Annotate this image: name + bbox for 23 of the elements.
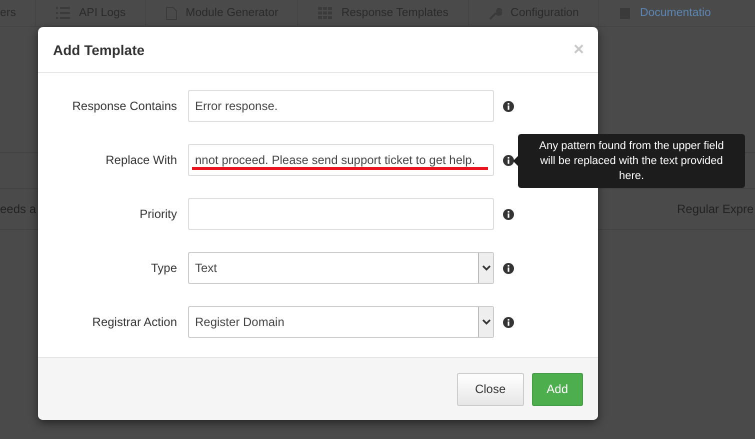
field-label: Replace With — [104, 153, 177, 167]
caret-icon — [482, 265, 490, 271]
info-icon[interactable] — [503, 208, 514, 220]
info-icon[interactable] — [503, 154, 514, 166]
close-button[interactable]: × — [573, 39, 584, 60]
input-field[interactable]: nnot proceed. Please send support ticket to get help. — [188, 144, 494, 176]
info-icon[interactable] — [503, 100, 514, 112]
input-field[interactable] — [188, 198, 494, 230]
close-button[interactable]: Close — [456, 372, 524, 406]
input-field[interactable]: Error response. — [188, 90, 494, 122]
info-icon[interactable] — [503, 316, 514, 328]
nav-link[interactable]: Documentatio — [640, 7, 711, 19]
caret-icon — [482, 319, 490, 325]
dialog-title: Add Template — [53, 42, 145, 58]
select-field[interactable]: Register Domain — [188, 306, 494, 338]
field-label: Priority — [138, 207, 177, 221]
field-label: Response Contains — [71, 99, 177, 113]
add-button[interactable]: Add — [532, 372, 583, 406]
field-label: Type — [150, 261, 177, 275]
tooltip-text: Any pattern found from the upper field will be replaced with the text provided here. — [538, 138, 725, 184]
field-label: Registrar Action — [91, 315, 177, 329]
info-icon[interactable] — [503, 262, 514, 274]
select-field[interactable]: Text — [188, 252, 494, 284]
